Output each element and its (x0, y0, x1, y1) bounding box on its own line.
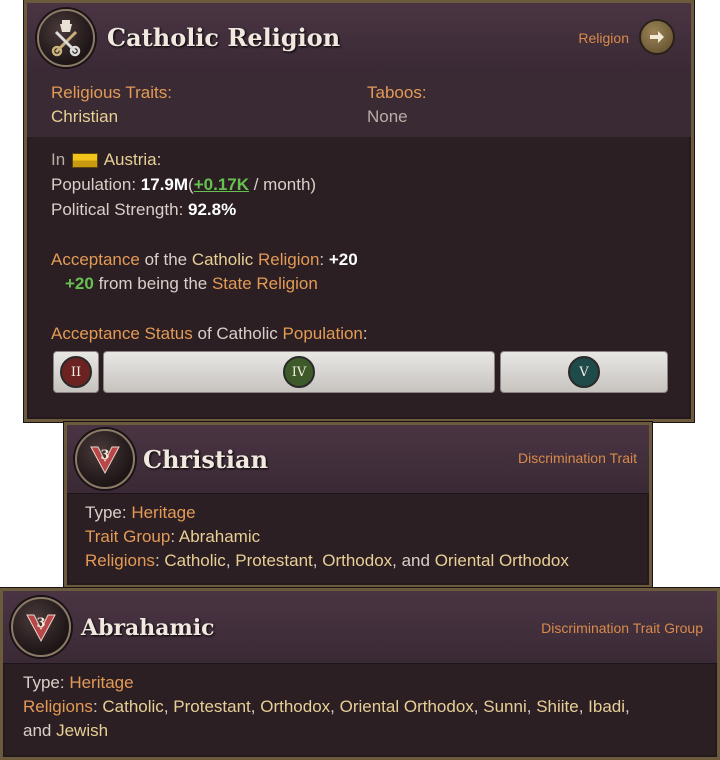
v3-logo-icon: 3 (75, 429, 135, 489)
abrahamic-category: Discrimination Trait Group (541, 620, 703, 636)
christian-religions-label[interactable]: Religions (85, 551, 155, 570)
acceptance-religion-name[interactable]: Catholic (192, 250, 253, 269)
acceptance-religion-word[interactable]: Religion (258, 250, 319, 269)
religion-link[interactable]: Orthodox (322, 551, 392, 570)
population-line: Population: 17.9M(+0.17K / month) (51, 175, 317, 194)
status-bar-segment-v[interactable]: V (500, 351, 668, 393)
abrahamic-type-line: Type: Heritage (23, 673, 134, 693)
acceptance-word[interactable]: Acceptance (51, 250, 140, 269)
christian-title: Christian (143, 445, 269, 474)
religion-link[interactable]: Oriental Orthodox (435, 551, 569, 570)
status-badge-ii: II (60, 356, 92, 388)
v3-logo-icon: 3 (11, 597, 71, 657)
svg-text:3: 3 (36, 616, 45, 631)
christian-category: Discrimination Trait (517, 450, 637, 466)
acceptance-line: Acceptance of the Catholic Religion: +20 (51, 250, 358, 269)
status-bar-segment-ii[interactable]: II (53, 351, 99, 393)
religion-title: Catholic Religion (107, 23, 341, 52)
christian-group-value[interactable]: Abrahamic (179, 527, 260, 546)
status-badge-v: V (568, 356, 600, 388)
abrahamic-religions-line-2: and Jewish (23, 721, 109, 740)
svg-text:3: 3 (100, 448, 109, 463)
religion-link[interactable]: Oriental Orthodox (340, 697, 474, 716)
colon: : (156, 150, 162, 169)
political-label: Political Strength: (51, 200, 189, 219)
religion-link[interactable]: Catholic (102, 697, 163, 716)
christian-type-line: Type: Heritage (85, 503, 196, 523)
traits-label: Religious Traits: (51, 83, 172, 102)
bonus-text: from being the (93, 274, 212, 293)
traits-band (27, 71, 691, 137)
abrahamic-header: 3 Abrahamic Discrimination Trait Group (3, 591, 717, 664)
location-line: In Austria: (51, 150, 161, 170)
abrahamic-type-value[interactable]: Heritage (69, 673, 133, 692)
christian-type-label: Type: (85, 503, 132, 522)
religion-link[interactable]: Shiite (536, 697, 579, 716)
taboos-value: None (367, 107, 408, 126)
population-suffix: / month) (249, 175, 317, 194)
christian-header: 3 Christian Discrimination Trait (67, 425, 649, 494)
abrahamic-tooltip: 3 Abrahamic Discrimination Trait Group T… (0, 588, 720, 760)
religion-header: Catholic Religion Religion (27, 3, 691, 72)
abrahamic-religions-line: Religions: Catholic, Protestant, Orthodo… (23, 697, 630, 716)
abrahamic-type-label: Type: (23, 673, 70, 692)
religion-link[interactable]: Protestant (235, 551, 313, 570)
religion-link-label[interactable]: Religion (578, 30, 629, 46)
arrow-right-icon[interactable] (639, 19, 675, 55)
status-badge-iv: IV (283, 356, 315, 388)
population-change[interactable]: +0.17K (194, 175, 249, 194)
religion-link[interactable]: Ibadi (588, 697, 625, 716)
status-population[interactable]: Population (283, 324, 363, 343)
christian-group-label[interactable]: Trait Group (85, 527, 170, 546)
bonus-source[interactable]: State Religion (212, 274, 318, 293)
austria-flag-icon (71, 153, 98, 169)
taboos-label: Taboos: (367, 83, 427, 102)
papal-keys-icon (37, 9, 95, 67)
religion-tooltip: Catholic Religion Religion Religious Tra… (24, 0, 694, 422)
status-line: Acceptance Status of Catholic Population… (51, 324, 368, 343)
religion-link[interactable]: Catholic (164, 551, 225, 570)
acceptance-of-the: of the (139, 250, 192, 269)
abrahamic-religions-label[interactable]: Religions (23, 697, 93, 716)
bonus-value: +20 (65, 274, 94, 293)
political-strength-line: Political Strength: 92.8% (51, 200, 236, 220)
religion-link[interactable]: Sunni (483, 697, 526, 716)
abrahamic-title: Abrahamic (81, 615, 215, 641)
christian-tooltip: 3 Christian Discrimination Trait Type: H… (64, 422, 652, 588)
status-label[interactable]: Acceptance Status (51, 324, 193, 343)
acceptance-value: +20 (328, 250, 358, 269)
population-label: Population: (51, 175, 141, 194)
christian-religions-line: Religions: Catholic, Protestant, Orthodo… (85, 551, 569, 570)
country-name[interactable]: Austria (104, 150, 157, 169)
religion-link[interactable]: Protestant (173, 697, 251, 716)
acceptance-bonus-line: +20 from being the State Religion (65, 274, 318, 294)
political-value: 92.8% (188, 200, 237, 219)
religion-link[interactable]: Orthodox (260, 697, 330, 716)
traits-value[interactable]: Christian (51, 107, 118, 127)
in-label: In (51, 150, 66, 169)
population-value: 17.9M (140, 175, 189, 194)
christian-type-value[interactable]: Heritage (131, 503, 195, 522)
christian-group-line: Trait Group: Abrahamic (85, 527, 261, 546)
religion-link[interactable]: Jewish (56, 721, 108, 740)
status-bar-segment-iv[interactable]: IV (103, 351, 495, 393)
status-of: of Catholic (192, 324, 283, 343)
